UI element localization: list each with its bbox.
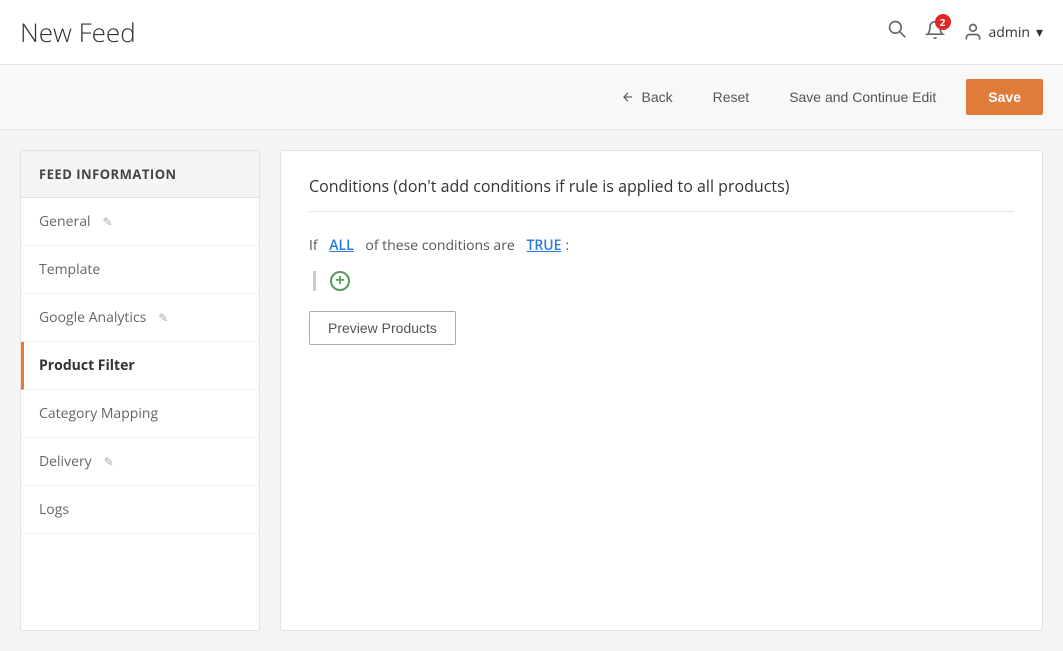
back-label: Back — [641, 89, 672, 105]
sidebar-item-label: Delivery — [39, 452, 92, 471]
user-chevron: ▾ — [1036, 23, 1043, 42]
edit-icon: ✎ — [104, 453, 114, 470]
sidebar: FEED INFORMATION General ✎ Template Goog… — [20, 150, 260, 631]
sidebar-item-label: Google Analytics — [39, 308, 146, 327]
page-header: New Feed 2 admin ▾ — [0, 0, 1063, 65]
sidebar-item-label: Product Filter — [39, 356, 135, 375]
add-condition-button[interactable]: + — [330, 271, 350, 291]
condition-tree: + — [313, 271, 1014, 291]
header-actions: 2 admin ▾ — [887, 19, 1043, 45]
sidebar-header: FEED INFORMATION — [21, 151, 259, 198]
search-icon[interactable] — [887, 19, 907, 45]
section-divider — [309, 211, 1014, 212]
main-layout: FEED INFORMATION General ✎ Template Goog… — [0, 130, 1063, 651]
colon: : — [566, 236, 570, 255]
user-name: admin — [989, 23, 1030, 42]
save-button[interactable]: Save — [966, 79, 1043, 115]
sidebar-item-general[interactable]: General ✎ — [21, 198, 259, 246]
sidebar-item-google-analytics[interactable]: Google Analytics ✎ — [21, 294, 259, 342]
sidebar-item-label: General — [39, 212, 91, 231]
sidebar-item-label: Category Mapping — [39, 404, 158, 423]
sidebar-item-logs[interactable]: Logs — [21, 486, 259, 534]
content-area: Conditions (don't add conditions if rule… — [280, 150, 1043, 631]
sidebar-item-category-mapping[interactable]: Category Mapping — [21, 390, 259, 438]
conditions-title: Conditions (don't add conditions if rule… — [309, 175, 1014, 197]
edit-icon: ✎ — [103, 213, 113, 230]
reset-button[interactable]: Reset — [703, 83, 760, 111]
sidebar-item-template[interactable]: Template — [21, 246, 259, 294]
all-keyword[interactable]: ALL — [329, 236, 353, 255]
page-title: New Feed — [20, 14, 136, 50]
sidebar-item-delivery[interactable]: Delivery ✎ — [21, 438, 259, 486]
add-icon: + — [335, 273, 344, 289]
save-continue-button[interactable]: Save and Continue Edit — [779, 83, 946, 111]
toolbar: Back Reset Save and Continue Edit Save — [0, 65, 1063, 130]
preview-products-button[interactable]: Preview Products — [309, 311, 456, 345]
edit-icon: ✎ — [158, 309, 168, 326]
notification-badge: 2 — [935, 14, 951, 30]
save-label: Save — [988, 89, 1021, 105]
conditions-row: If ALL of these conditions are TRUE : — [309, 236, 1014, 255]
reset-label: Reset — [713, 89, 750, 105]
back-button[interactable]: Back — [611, 83, 682, 111]
preview-label: Preview Products — [328, 320, 437, 336]
save-continue-label: Save and Continue Edit — [789, 89, 936, 105]
if-label: If — [309, 236, 318, 255]
user-menu[interactable]: admin ▾ — [963, 22, 1043, 42]
sidebar-item-label: Template — [39, 260, 100, 279]
notification-bell[interactable]: 2 — [925, 20, 945, 45]
of-these-label: of these conditions are — [365, 236, 514, 255]
sidebar-item-label: Logs — [39, 500, 69, 519]
true-keyword[interactable]: TRUE — [526, 236, 561, 255]
sidebar-item-product-filter[interactable]: Product Filter — [21, 342, 259, 390]
